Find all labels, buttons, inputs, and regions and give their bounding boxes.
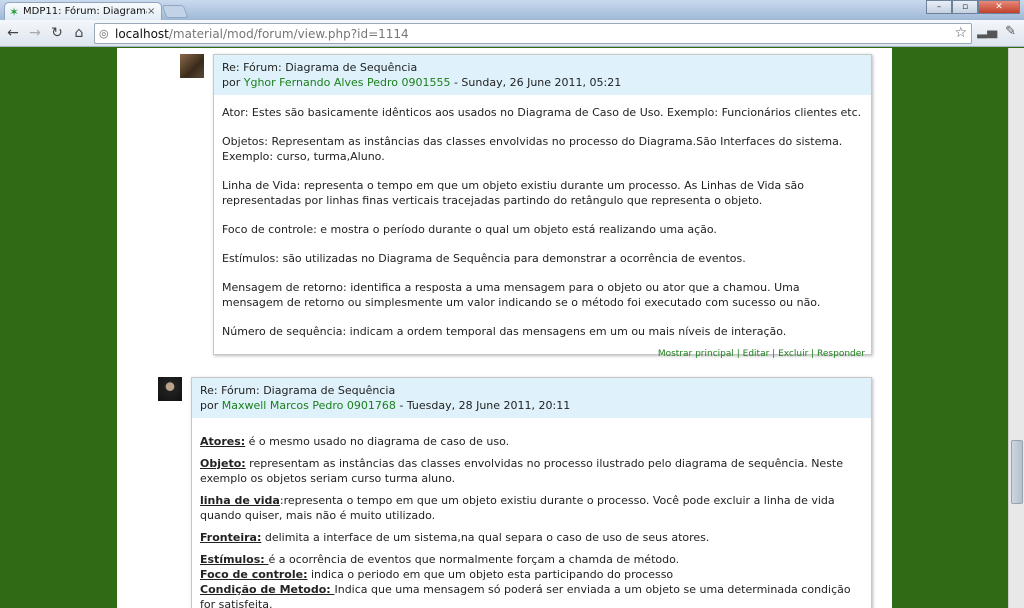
definition: :representa o tempo em que um objeto exi… [200, 494, 835, 522]
post-paragraph: Foco de controle: e mostra o período dur… [222, 223, 717, 236]
term: Estímulos: [200, 553, 269, 566]
forward-arrow-icon[interactable]: → [26, 25, 44, 41]
post-commands: Mostrar principal | Editar | Excluir | R… [214, 349, 871, 363]
by-label: por [222, 76, 241, 89]
definition: é o mesmo usado no diagrama de caso de u… [245, 435, 510, 448]
window-controls: – ▫ ✕ [926, 0, 1020, 14]
post-subject: Re: Fórum: Diagrama de Sequência [200, 384, 396, 397]
term: Foco de controle: [200, 568, 308, 581]
forum-post: Re: Fórum: Diagrama de Sequência por Max… [191, 377, 872, 608]
post-date: - Tuesday, 28 June 2011, 20:11 [395, 399, 571, 412]
reload-icon[interactable]: ↻ [48, 25, 66, 41]
browser-toolbar: ← → ↻ ⌂ ◎ localhost/material/mod/forum/v… [0, 20, 1024, 47]
post-byline: por Yghor Fernando Alves Pedro 0901555 -… [222, 75, 863, 90]
post-date: - Sunday, 26 June 2011, 05:21 [450, 76, 622, 89]
signal-bars-icon[interactable]: ▂▄ [977, 24, 997, 39]
term: linha de vida [200, 494, 280, 507]
post-header: Re: Fórum: Diagrama de Sequência por Max… [192, 378, 871, 418]
url-host: localhost [115, 26, 169, 41]
delete-link[interactable]: Excluir [778, 349, 808, 359]
browser-tab[interactable]: ✶ MDP11: Fórum: Diagrama d × [4, 2, 162, 20]
post-line: Estímulos: é a ocorrência de eventos que… [200, 552, 863, 567]
avatar[interactable] [158, 377, 182, 401]
tab-close-icon[interactable]: × [147, 6, 157, 17]
post-paragraph: linha de vida:representa o tempo em que … [200, 493, 863, 523]
post-line: Foco de controle: indica o periodo em qu… [200, 567, 863, 582]
post-paragraph: Objetos: Representam as instâncias das c… [222, 135, 843, 163]
page-content: Re: Fórum: Diagrama de Sequência por Ygh… [117, 48, 892, 608]
post-byline: por Maxwell Marcos Pedro 0901768 - Tuesd… [200, 398, 863, 413]
page-viewport: Re: Fórum: Diagrama de Sequência por Ygh… [0, 48, 1008, 608]
post-paragraph: Estímulos: são utilizadas no Diagrama de… [222, 252, 746, 265]
term: Fronteira: [200, 531, 262, 544]
close-window-button[interactable]: ✕ [978, 0, 1020, 14]
post-body: Ator: Estes são basicamente idênticos ao… [214, 95, 871, 349]
vertical-scrollbar[interactable] [1008, 48, 1024, 608]
post-subject: Re: Fórum: Diagrama de Sequência [222, 61, 418, 74]
maximize-button[interactable]: ▫ [952, 0, 978, 14]
term: Objeto: [200, 457, 246, 470]
definition: indica o periodo em que um objeto esta p… [307, 568, 674, 581]
definition: é a ocorrência de eventos que normalment… [268, 553, 680, 566]
definition: delimita a interface de um sistema,na qu… [261, 531, 710, 544]
post-line: Condição de Metodo: Indica que uma mensa… [200, 582, 863, 608]
separator: | [808, 349, 818, 359]
author-link[interactable]: Yghor Fernando Alves Pedro 0901555 [244, 76, 451, 89]
post-body: Atores: é o mesmo usado no diagrama de c… [192, 418, 871, 608]
post-paragraph: Atores: é o mesmo usado no diagrama de c… [200, 434, 863, 449]
edit-link[interactable]: Editar [743, 349, 770, 359]
minimize-button[interactable]: – [926, 0, 952, 14]
forum-post: Re: Fórum: Diagrama de Sequência por Ygh… [213, 54, 872, 359]
separator: | [733, 349, 743, 359]
post-header: Re: Fórum: Diagrama de Sequência por Ygh… [214, 55, 871, 95]
url-path: /material/mod/forum/view.php?id=1114 [168, 26, 409, 41]
post-paragraph: Linha de Vida: representa o tempo em que… [222, 179, 804, 207]
new-tab-button[interactable] [161, 5, 189, 18]
term: Atores: [200, 435, 246, 448]
by-label: por [200, 399, 219, 412]
back-arrow-icon[interactable]: ← [4, 25, 22, 41]
show-parent-link[interactable]: Mostrar principal [658, 349, 734, 359]
wrench-icon[interactable]: ✎ [1005, 24, 1016, 39]
separator: | [769, 349, 779, 359]
home-icon[interactable]: ⌂ [70, 25, 88, 41]
post-paragraph: Mensagem de retorno: identifica a respos… [222, 281, 821, 309]
reply-link[interactable]: Responder [817, 349, 865, 359]
post-paragraph: Número de sequência: indicam a ordem tem… [222, 325, 787, 338]
tab-title: MDP11: Fórum: Diagrama d [23, 6, 147, 17]
author-link[interactable]: Maxwell Marcos Pedro 0901768 [222, 399, 396, 412]
address-bar[interactable]: ◎ localhost/material/mod/forum/view.php?… [94, 23, 972, 44]
bookmark-star-icon[interactable]: ☆ [954, 25, 967, 41]
post-paragraph: Objeto: representam as instâncias das cl… [200, 456, 863, 486]
page-icon: ◎ [99, 27, 109, 40]
window-titlebar: ✶ MDP11: Fórum: Diagrama d × – ▫ ✕ [0, 0, 1024, 20]
post-paragraph: Ator: Estes são basicamente idênticos ao… [222, 106, 862, 119]
avatar[interactable] [180, 54, 204, 78]
term: Condição de Metodo: [200, 583, 335, 596]
toolbar-right: ▂▄ ✎ [977, 24, 1016, 39]
scrollbar-thumb[interactable] [1011, 440, 1023, 504]
definition: representam as instâncias das classes en… [200, 457, 844, 485]
favicon-star-icon: ✶ [9, 4, 20, 19]
post-paragraph: Fronteira: delimita a interface de um si… [200, 530, 863, 545]
